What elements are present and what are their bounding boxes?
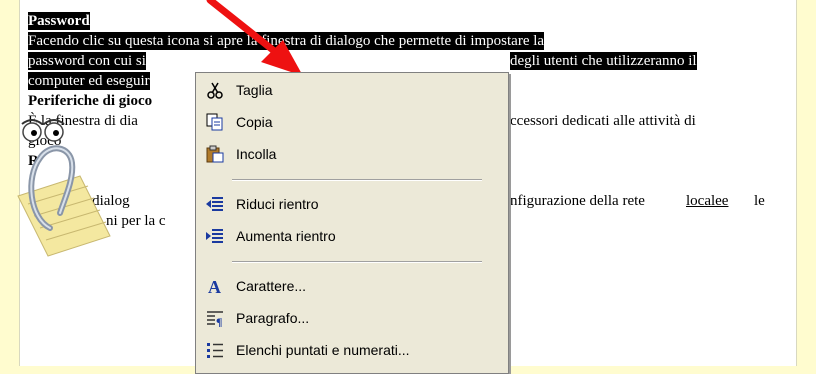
- menu-item-label: Taglia: [236, 82, 273, 98]
- menu-item-riduci-rientro[interactable]: Riduci rientro: [196, 191, 508, 217]
- heading-password: Password: [28, 12, 90, 30]
- menu-item-paragrafo[interactable]: ¶ Paragrafo...: [196, 305, 508, 331]
- menu-item-taglia[interactable]: Taglia: [196, 77, 508, 103]
- menu-item-label: Aumenta rientro: [236, 228, 336, 244]
- office-assistant-clippy[interactable]: [10, 118, 120, 258]
- selected-text-line: Facendo clic su questa icona si apre la …: [28, 32, 545, 50]
- decrease-indent-icon: [204, 194, 226, 214]
- menu-item-label: Riduci rientro: [236, 196, 319, 212]
- font-icon: A: [204, 276, 226, 296]
- body-text: le: [754, 193, 765, 209]
- menu-item-label: Paragrafo...: [236, 310, 310, 326]
- menu-item-label: Incolla: [236, 146, 277, 162]
- menu-item-elenchi-puntati[interactable]: Elenchi puntati e numerati...: [196, 337, 508, 363]
- menu-item-label: Elenchi puntati e numerati...: [236, 342, 410, 358]
- spellcheck-word: localee: [686, 193, 729, 209]
- selected-text-line: degli utenti che utilizzeranno il: [510, 52, 697, 70]
- menu-item-copia[interactable]: Copia: [196, 109, 508, 135]
- paste-icon: [204, 144, 226, 164]
- menu-separator: [232, 179, 482, 181]
- menu-separator: [232, 261, 482, 263]
- increase-indent-icon: [204, 226, 226, 246]
- menu-item-carattere[interactable]: A Carattere...: [196, 273, 508, 299]
- body-text: nfigurazione della rete: [510, 193, 645, 209]
- selected-text-line: password con cui si: [28, 52, 146, 70]
- context-menu: Taglia Copia Incolla Riduci rientro Aume…: [195, 72, 509, 374]
- bullets-numbering-icon: [204, 340, 226, 360]
- menu-item-label: Copia: [236, 114, 273, 130]
- svg-text:A: A: [208, 277, 221, 295]
- scissors-icon: [204, 80, 226, 100]
- svg-text:¶: ¶: [216, 315, 222, 327]
- selected-text-line: computer ed eseguir: [28, 72, 150, 90]
- body-text: ccessori dedicati alle attività di: [510, 113, 696, 129]
- copy-icon: [204, 112, 226, 132]
- heading-periferiche: Periferiche di gioco: [28, 93, 153, 109]
- menu-item-label: Carattere...: [236, 278, 307, 294]
- paragraph-icon: ¶: [204, 308, 226, 328]
- menu-item-aumenta-rientro[interactable]: Aumenta rientro: [196, 223, 508, 249]
- menu-item-incolla[interactable]: Incolla: [196, 141, 508, 167]
